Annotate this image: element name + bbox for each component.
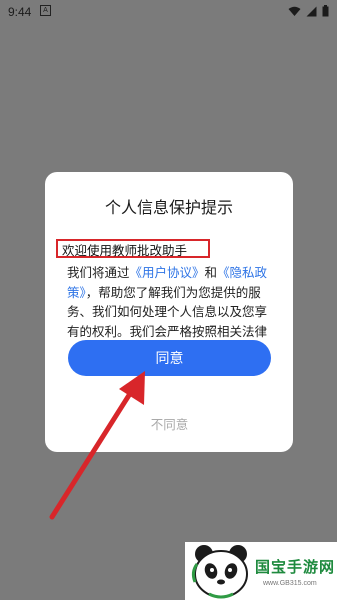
panda-logo-icon	[191, 545, 248, 599]
wifi-icon	[288, 6, 301, 17]
status-bar: 9:44 A	[0, 0, 337, 24]
body-text-3: ，帮助您了解我们为您提供的服务、我们如何处理个人信息以及您享有的权利。我们会严格…	[67, 284, 268, 339]
welcome-text: 欢迎使用教师批改助手	[62, 243, 188, 258]
agree-button[interactable]: 同意	[68, 340, 271, 376]
watermark: 国宝手游网 www.GB315.com	[185, 542, 337, 600]
disagree-button[interactable]: 不同意	[68, 414, 271, 433]
battery-icon	[322, 5, 329, 17]
body-text-1: 我们将通过	[67, 265, 130, 280]
signal-icon	[306, 6, 317, 17]
notification-icon: A	[40, 5, 51, 16]
status-time: 9:44	[8, 5, 32, 19]
dialog-body: 我们将通过《用户协议》和《隐私政策》，帮助您了解我们为您提供的服务、我们如何处理…	[67, 263, 274, 343]
watermark-title: 国宝手游网	[255, 559, 336, 576]
dialog-title: 个人信息保护提示	[104, 198, 233, 217]
user-agreement-link[interactable]: 《用户协议》	[130, 265, 205, 280]
body-text-2: 和	[204, 265, 218, 280]
status-icons	[288, 5, 329, 17]
watermark-url: www.GB315.com	[263, 580, 317, 587]
